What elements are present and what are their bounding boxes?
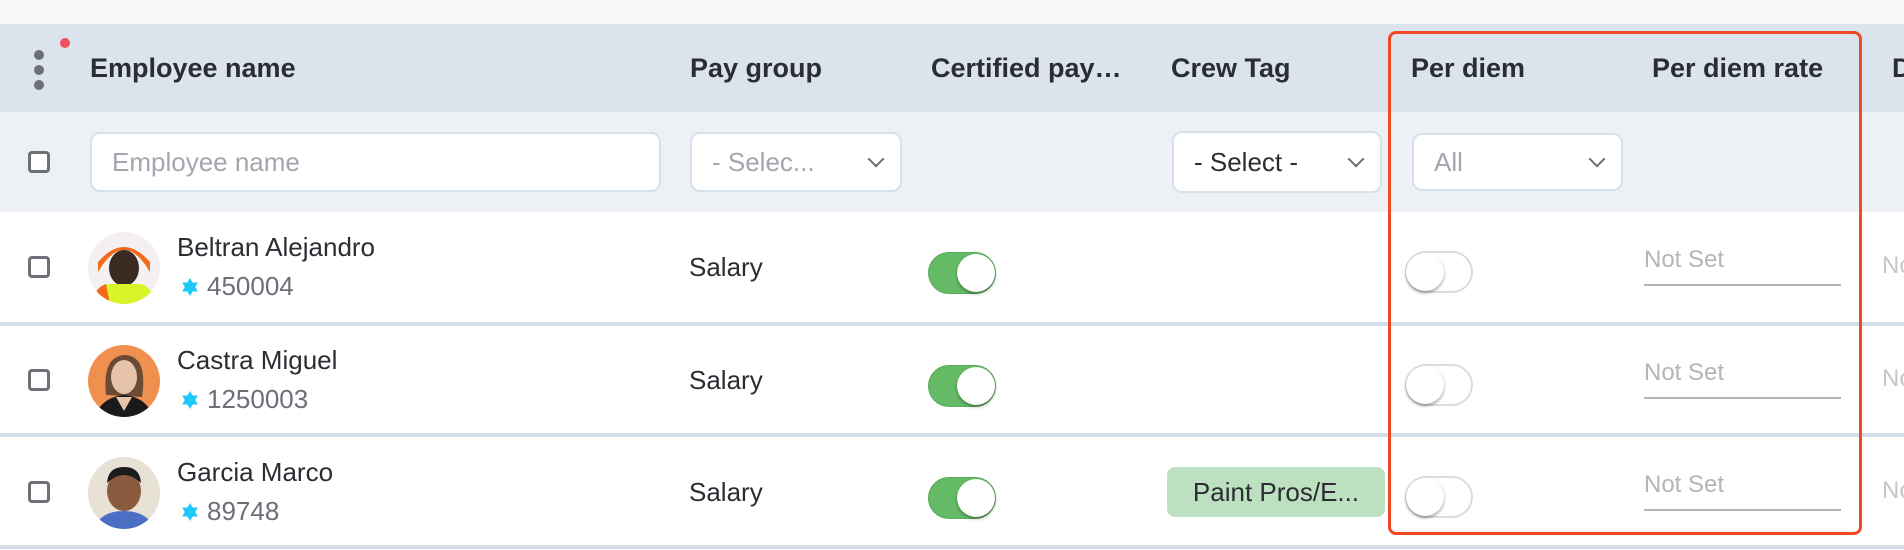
per-diem-toggle[interactable] [1405,476,1473,518]
pay-group-filter-value: - Selec... [712,146,815,177]
employee-id-value: 1250003 [207,384,309,414]
column-menu-icon[interactable] [34,50,44,90]
employee-id: 450004 [181,271,294,302]
per-diem-rate-input[interactable]: Not Set [1644,246,1841,286]
certified-payroll-toggle[interactable] [928,252,996,294]
certified-payroll-toggle[interactable] [928,365,996,407]
next-column-value: No [1882,365,1904,392]
employee-badge-icon [182,502,198,521]
column-header-next[interactable]: D [1892,48,1904,88]
crew-tag-chip[interactable]: Paint Pros/E... [1167,467,1385,517]
employee-id: 1250003 [181,384,308,415]
chevron-down-icon [867,150,885,168]
avatar [88,345,160,417]
employee-badge-icon [182,277,198,296]
employee-badge-icon [182,390,198,409]
per-diem-rate-input[interactable]: Not Set [1644,359,1841,399]
next-column-value: No [1882,477,1904,504]
column-header-pay-group[interactable]: Pay group [690,48,822,88]
column-header-crew-tag[interactable]: Crew Tag [1171,48,1291,88]
avatar [88,457,160,529]
column-header-employee-name[interactable]: Employee name [90,48,296,88]
notification-dot [60,38,70,48]
employee-id-value: 89748 [207,496,280,526]
column-header-per-diem-rate[interactable]: Per diem rate [1652,48,1823,88]
per-diem-toggle[interactable] [1405,364,1473,406]
column-header-per-diem[interactable]: Per diem [1411,48,1525,88]
employee-id-value: 450004 [207,271,294,301]
select-all-checkbox[interactable] [28,151,50,173]
per-diem-filter-select[interactable]: All [1412,133,1623,191]
row-checkbox[interactable] [28,369,50,391]
pay-group-value: Salary [689,365,763,395]
per-diem-rate-placeholder: Not Set [1644,359,1725,386]
crew-tag-filter-value: - Select - [1194,146,1299,177]
next-column-value: No [1882,252,1904,279]
employee-name[interactable]: Garcia Marco [177,457,333,488]
chevron-down-icon [1347,150,1365,168]
per-diem-filter-value: All [1434,146,1463,177]
row-divider [0,545,1904,549]
certified-payroll-toggle[interactable] [928,477,996,519]
employee-name[interactable]: Castra Miguel [177,345,337,376]
employee-id: 89748 [181,496,279,527]
pay-group-filter-select[interactable]: - Selec... [690,132,902,192]
per-diem-rate-placeholder: Not Set [1644,246,1725,273]
per-diem-toggle[interactable] [1405,251,1473,293]
column-header-certified-payroll[interactable]: Certified pay… [931,48,1122,88]
pay-group-value: Salary [689,252,763,282]
chevron-down-icon [1588,150,1606,168]
employee-name[interactable]: Beltran Alejandro [177,232,375,263]
per-diem-rate-input[interactable]: Not Set [1644,471,1841,511]
row-checkbox[interactable] [28,256,50,278]
employee-name-filter-input[interactable]: Employee name [90,132,661,192]
crew-tag-filter-select[interactable]: - Select - [1172,131,1382,193]
per-diem-rate-placeholder: Not Set [1644,471,1725,498]
pay-group-value: Salary [689,477,763,507]
avatar [88,232,160,304]
row-checkbox[interactable] [28,481,50,503]
employee-name-filter-placeholder: Employee name [112,146,300,177]
